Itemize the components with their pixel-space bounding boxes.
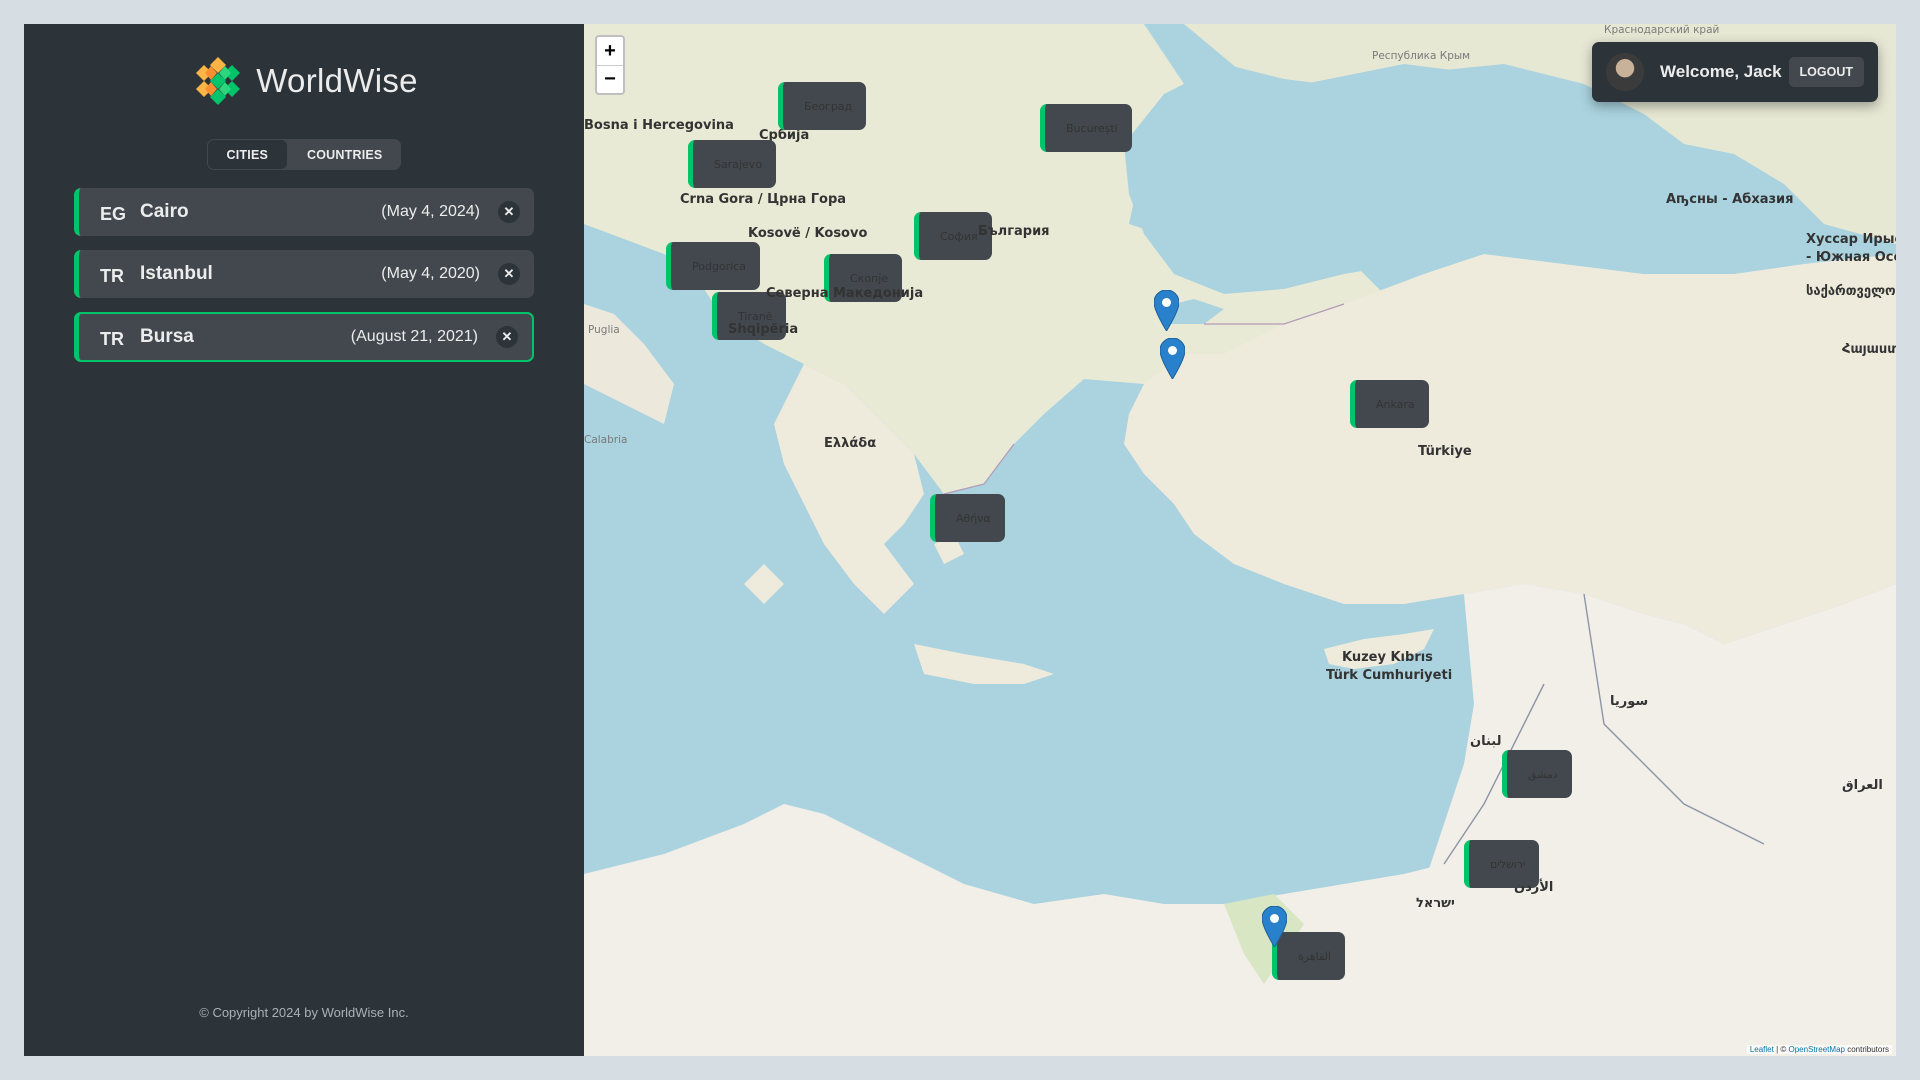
map-label: سوريا — [1610, 694, 1649, 709]
city-flag: TR — [100, 328, 124, 349]
welcome-text: Welcome, Jack — [1660, 62, 1782, 81]
delete-city-button[interactable]: ✕ — [498, 263, 520, 285]
logo-icon — [192, 55, 245, 107]
city-name: Cairo — [140, 201, 189, 222]
attribution-tail: contributors — [1844, 1045, 1889, 1054]
map-label: لبنان — [1470, 734, 1502, 749]
avatar — [1606, 53, 1644, 91]
map-label: Bosna i Hercegovina — [584, 118, 734, 133]
city-name: Bursa — [140, 326, 194, 347]
map-label: Puglia — [588, 324, 620, 336]
city-item-bursa[interactable]: TR Bursa (August 21, 2021) ✕ — [74, 312, 534, 362]
map-label: Ankara — [1350, 380, 1429, 428]
delete-city-button[interactable]: ✕ — [498, 201, 520, 223]
sidebar: WorldWise CITIES COUNTRIES EG Cairo (May… — [24, 24, 584, 1056]
map-label: საქართველო — [1806, 284, 1896, 299]
leaflet-link[interactable]: Leaflet — [1750, 1045, 1774, 1054]
zoom-in-button[interactable]: + — [597, 37, 623, 65]
tab-bar: CITIES COUNTRIES — [206, 139, 402, 170]
city-list: EG Cairo (May 4, 2024) ✕ TR Istanbul (Ma… — [74, 188, 534, 362]
map-tiles[interactable] — [584, 24, 1896, 1056]
map-label: București — [1040, 104, 1132, 152]
map-label: الأردن — [1514, 880, 1554, 895]
app-window: WorldWise CITIES COUNTRIES EG Cairo (May… — [24, 24, 1896, 1056]
map-label: Podgorica — [666, 242, 761, 290]
map-label: България — [978, 224, 1050, 239]
logo[interactable]: WorldWise — [190, 53, 418, 109]
map-attribution: Leaflet | © OpenStreetMap contributors — [1746, 1045, 1892, 1054]
zoom-control: + − — [595, 35, 625, 95]
map-label: Calabria — [584, 434, 628, 446]
map-label: دمشق — [1502, 750, 1572, 798]
logout-button[interactable]: LOGOUT — [1788, 57, 1864, 87]
zoom-out-button[interactable]: − — [597, 65, 623, 93]
copyright-text: © Copyright 2024 by WorldWise Inc. — [199, 1005, 409, 1020]
map-label: ישראל — [1416, 896, 1455, 911]
city-flag: EG — [100, 203, 127, 224]
map-label: العراق — [1842, 778, 1883, 793]
map-label: - Южная Осетия — [1806, 250, 1896, 265]
delete-city-button[interactable]: ✕ — [496, 326, 518, 348]
map-label: Республика Крым — [1372, 50, 1471, 62]
city-item-istanbul[interactable]: TR Istanbul (May 4, 2020) ✕ — [74, 250, 534, 298]
tab-countries[interactable]: COUNTRIES — [288, 139, 401, 170]
city-date: (August 21, 2021) — [350, 328, 478, 345]
map-view[interactable]: Bosna i Hercegovina Србија Београд Bucur… — [584, 24, 1896, 1056]
city-flag: TR — [100, 265, 124, 286]
city-name: Istanbul — [140, 263, 213, 284]
map-label: Северна Македонија — [766, 286, 924, 301]
attribution-separator: | © — [1773, 1045, 1789, 1054]
map-marker-cairo[interactable] — [1262, 906, 1287, 947]
map-label: Sarajevo — [688, 140, 777, 188]
map-label: Ελλάδα — [824, 436, 877, 451]
map-label: Краснодарский край — [1604, 24, 1720, 36]
map-label: Հայաստան — [1842, 342, 1896, 357]
map-label: Shqipëria — [728, 322, 799, 337]
map-marker-bursa[interactable] — [1160, 338, 1185, 379]
city-date: (May 4, 2024) — [381, 203, 480, 220]
tab-cities[interactable]: CITIES — [207, 140, 288, 169]
city-date: (May 4, 2020) — [381, 265, 480, 282]
app-name: WorldWise — [256, 62, 418, 99]
map-label: Kuzey Kıbrıs — [1342, 650, 1433, 665]
user-panel: Welcome, Jack LOGOUT — [1592, 42, 1878, 102]
map-label: Türk Cumhuriyeti — [1326, 668, 1453, 683]
city-item-cairo[interactable]: EG Cairo (May 4, 2024) ✕ — [74, 188, 534, 236]
map-label: Аҧсны - Абхазия — [1666, 192, 1794, 207]
map-label: Хуссар Ирыст — [1806, 232, 1896, 247]
map-label: Kosovë / Kosovo — [748, 226, 868, 241]
map-label: Београд — [778, 82, 867, 130]
map-label: Türkiye — [1418, 444, 1472, 459]
osm-link[interactable]: OpenStreetMap — [1788, 1045, 1844, 1054]
map-label: Crna Gora / Црна Гора — [680, 192, 847, 207]
map-label: Αθήνα — [930, 494, 1005, 542]
map-marker-istanbul[interactable] — [1154, 290, 1179, 331]
